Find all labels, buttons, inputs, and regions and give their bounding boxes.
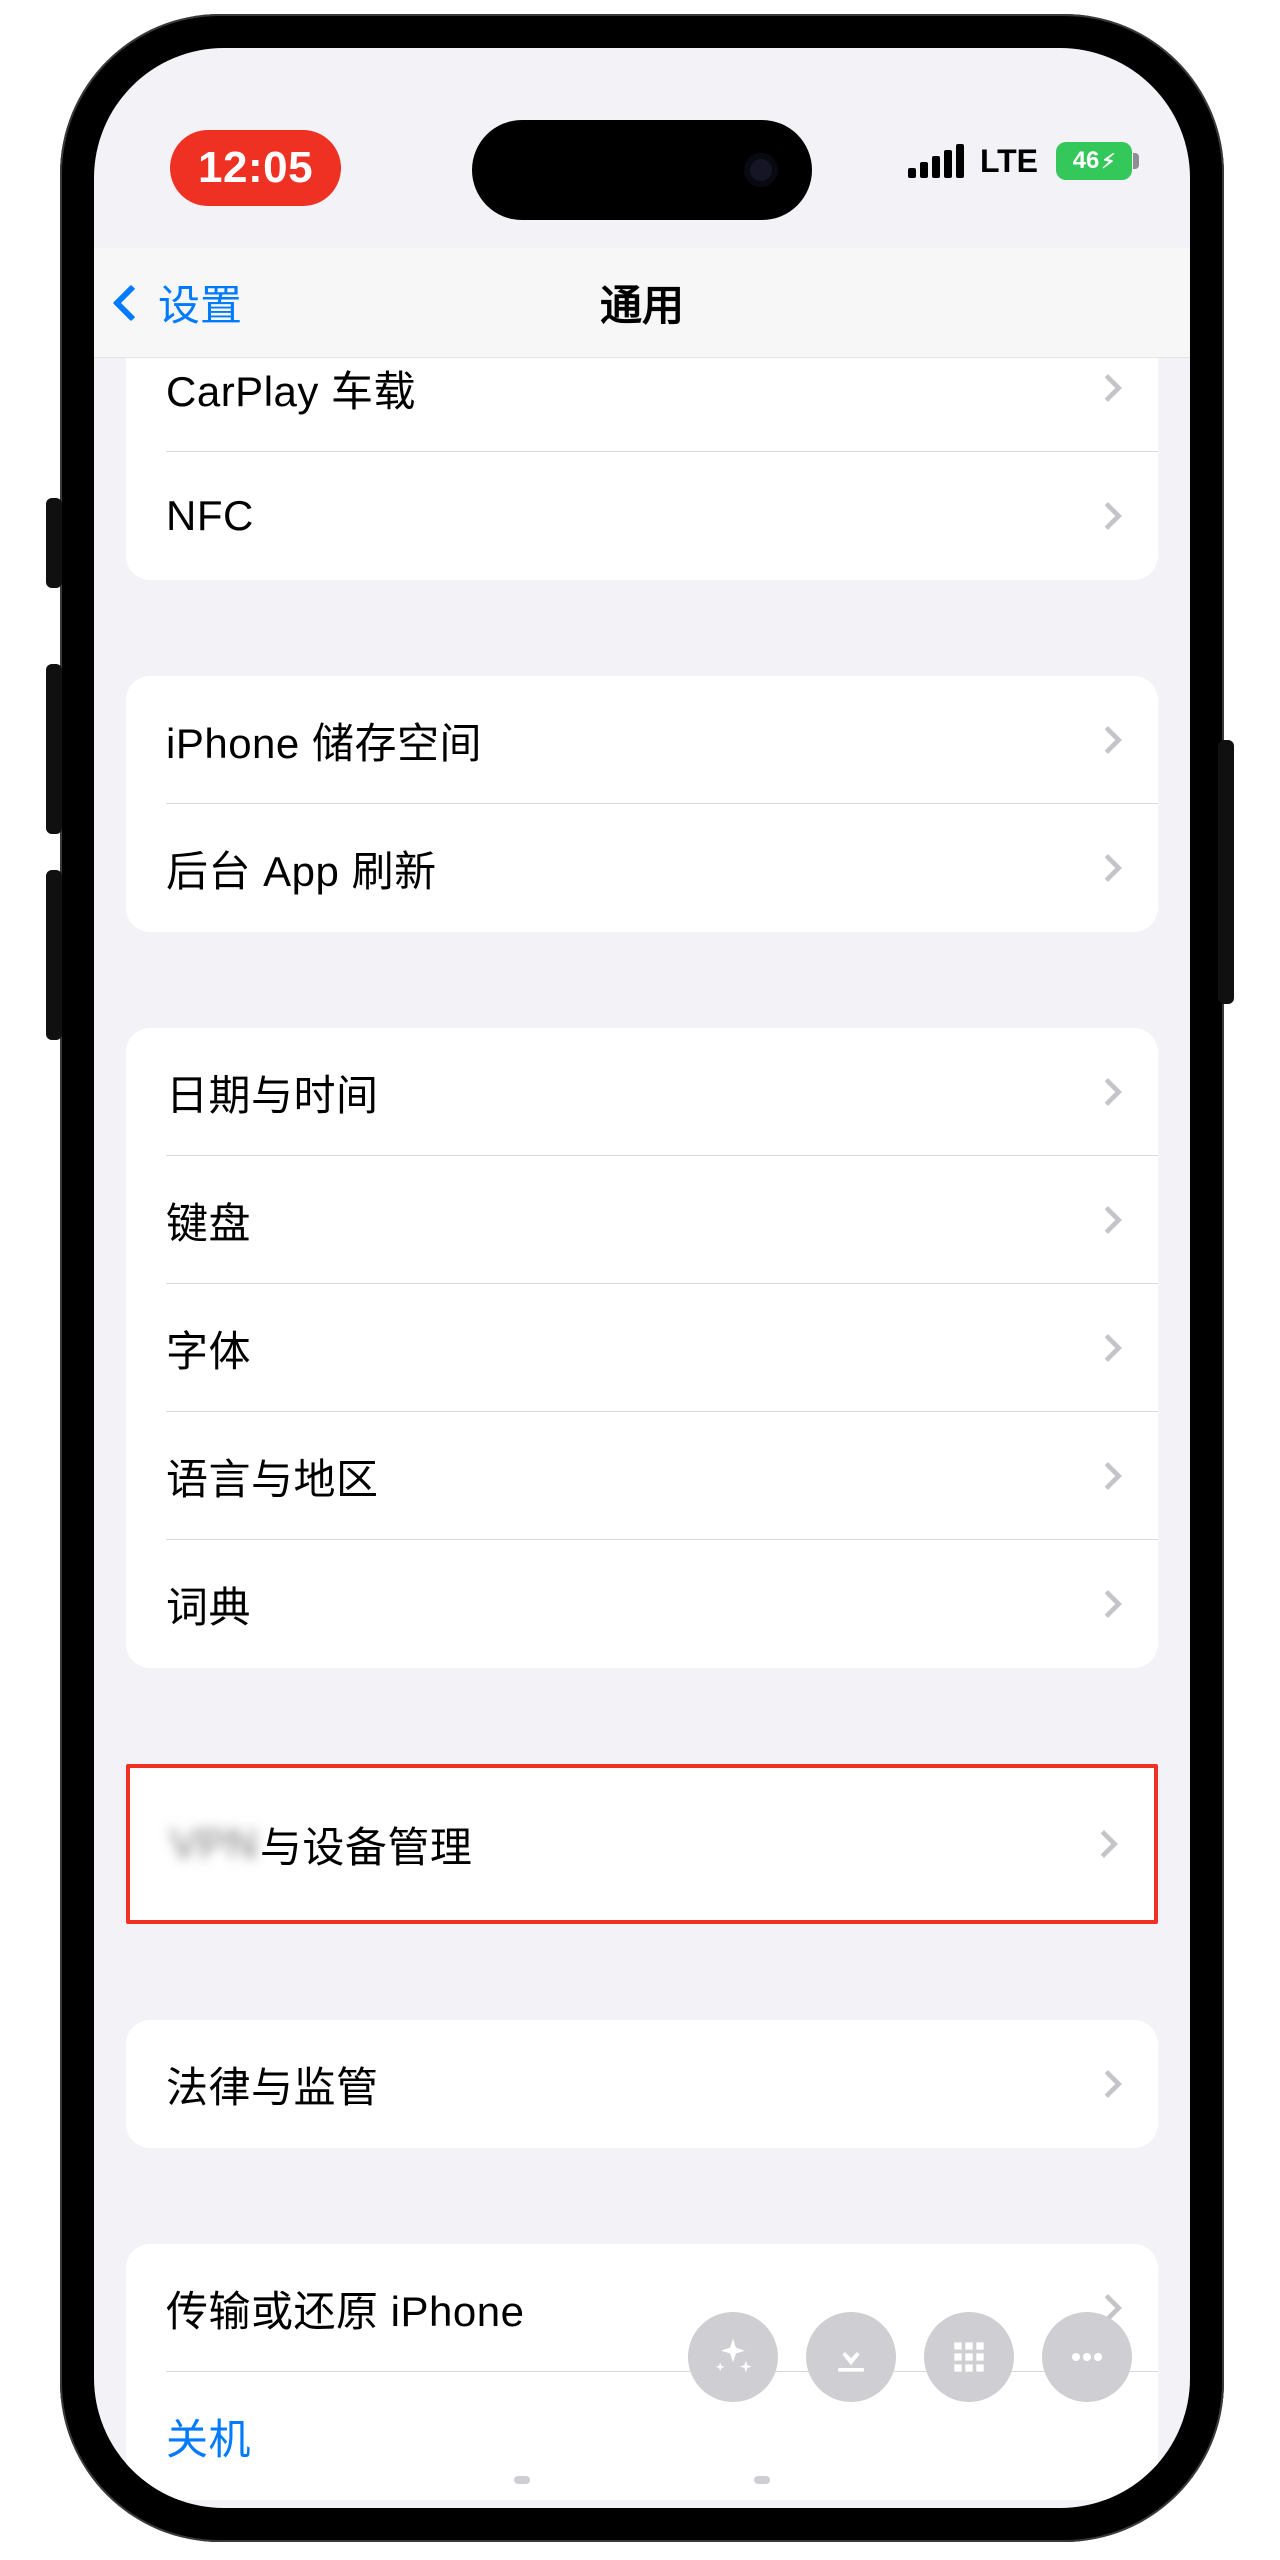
chevron-left-icon <box>113 284 150 321</box>
volume-up-button <box>46 664 62 834</box>
row-background-app-refresh[interactable]: 后台 App 刷新 <box>126 804 1158 932</box>
download-icon <box>829 2335 873 2379</box>
battery-icon: 46⚡︎ <box>1056 142 1132 180</box>
chevron-right-icon <box>1094 2070 1122 2098</box>
chevron-right-icon <box>1094 374 1122 402</box>
row-nfc[interactable]: NFC <box>126 452 1158 580</box>
dynamic-island <box>472 120 812 220</box>
overlay-star-button[interactable] <box>688 2312 778 2402</box>
power-button <box>1218 740 1234 1004</box>
home-indicator-right <box>754 2476 770 2484</box>
row-fonts[interactable]: 字体 <box>126 1284 1158 1412</box>
chevron-right-icon <box>1094 502 1122 530</box>
status-time[interactable]: 12:05 <box>170 130 341 206</box>
row-label: 词典 <box>166 1574 251 1635</box>
row-label: 法律与监管 <box>166 2054 379 2115</box>
row-label: CarPlay 车载 <box>166 358 416 419</box>
screen: 12:05 LTE 46⚡︎ 设置 通用 CarPlay 车载 <box>94 48 1190 2508</box>
more-icon <box>1065 2335 1109 2379</box>
cellular-signal-icon <box>908 144 964 178</box>
highlight-vpn-device-management: VPN 与设备管理 <box>126 1764 1158 1924</box>
chevron-right-icon <box>1094 854 1122 882</box>
settings-group-legal: 法律与监管 <box>126 2020 1158 2148</box>
home-indicator-left <box>514 2476 530 2484</box>
overlay-download-button[interactable] <box>806 2312 896 2402</box>
row-label: NFC <box>166 492 254 540</box>
overlay-more-button[interactable] <box>1042 2312 1132 2402</box>
row-language-region[interactable]: 语言与地区 <box>126 1412 1158 1540</box>
settings-group-storage: iPhone 储存空间 后台 App 刷新 <box>126 676 1158 932</box>
row-label: 传输或还原 iPhone <box>166 2278 524 2339</box>
chevron-right-icon <box>1090 1830 1118 1858</box>
row-label-blurred: VPN <box>170 1820 258 1868</box>
row-vpn-device-management[interactable]: VPN 与设备管理 <box>130 1768 1154 1920</box>
battery-percent: 46 <box>1073 147 1100 175</box>
settings-group-connectivity: CarPlay 车载 NFC <box>126 324 1158 580</box>
row-label: 字体 <box>166 1318 251 1379</box>
overlay-toolbar <box>688 2312 1132 2402</box>
sparkle-icon <box>711 2335 755 2379</box>
row-label: 关机 <box>166 2406 251 2467</box>
row-keyboard[interactable]: 键盘 <box>126 1156 1158 1284</box>
grid-icon <box>947 2335 991 2379</box>
row-iphone-storage[interactable]: iPhone 储存空间 <box>126 676 1158 804</box>
row-label: 语言与地区 <box>166 1446 379 1507</box>
silent-switch <box>46 498 62 588</box>
chevron-right-icon <box>1094 726 1122 754</box>
settings-content[interactable]: CarPlay 车载 NFC iPhone 储存空间 后台 App 刷新 日期与… <box>94 324 1190 2508</box>
row-date-time[interactable]: 日期与时间 <box>126 1028 1158 1156</box>
settings-group-input: 日期与时间 键盘 字体 语言与地区 词典 <box>126 1028 1158 1668</box>
chevron-right-icon <box>1094 1078 1122 1106</box>
chevron-right-icon <box>1094 1206 1122 1234</box>
chevron-right-icon <box>1094 1462 1122 1490</box>
network-label: LTE <box>980 143 1038 180</box>
chevron-right-icon <box>1094 1334 1122 1362</box>
volume-down-button <box>46 870 62 1040</box>
row-carplay[interactable]: CarPlay 车载 <box>126 324 1158 452</box>
row-label: 与设备管理 <box>260 1814 473 1875</box>
chevron-right-icon <box>1094 1590 1122 1618</box>
row-label: 键盘 <box>166 1190 251 1251</box>
row-label: 后台 App 刷新 <box>166 838 437 899</box>
row-label: 日期与时间 <box>166 1062 379 1123</box>
row-label: iPhone 储存空间 <box>166 710 482 771</box>
row-legal-regulatory[interactable]: 法律与监管 <box>126 2020 1158 2148</box>
front-camera-icon <box>744 153 778 187</box>
charging-icon: ⚡︎ <box>1101 149 1115 174</box>
row-dictionary[interactable]: 词典 <box>126 1540 1158 1668</box>
overlay-grid-button[interactable] <box>924 2312 1014 2402</box>
